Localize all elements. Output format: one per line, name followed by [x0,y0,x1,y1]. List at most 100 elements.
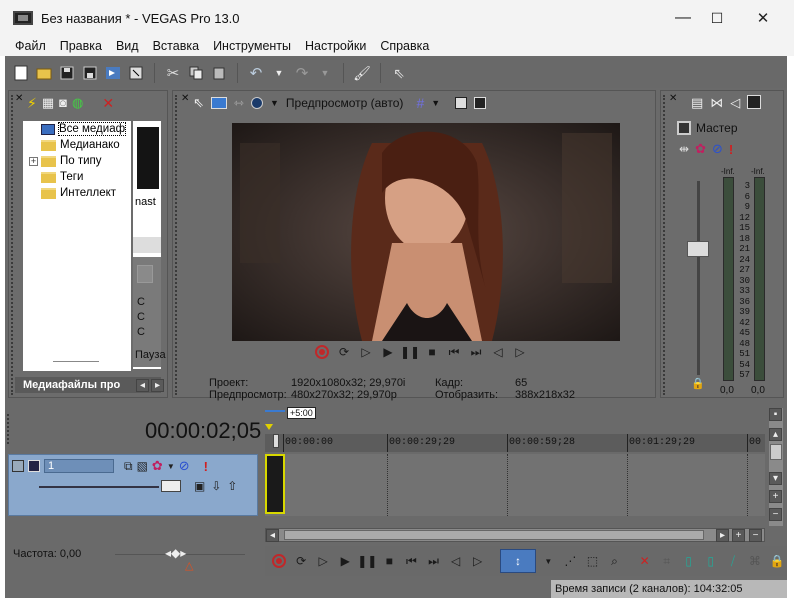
media-thumbnail[interactable] [137,127,159,189]
new-project-icon[interactable] [11,63,31,83]
zoom-tool-icon[interactable]: ⌕ [605,552,625,570]
preview-quality-select[interactable]: Предпросмотр (авто) [286,96,404,110]
scroll-right-icon[interactable]: ▸ [151,379,164,392]
track-minimize-icon[interactable] [12,460,24,472]
cut-icon[interactable]: ✂ [163,63,183,83]
menu-view[interactable]: Вид [109,39,146,53]
track-solo-icon[interactable]: ! [204,459,208,474]
web-icon[interactable]: ◍ [72,95,83,112]
split-screen-icon[interactable]: ⇿ [234,96,244,110]
external-monitor-icon[interactable] [210,97,227,109]
panel-gripper[interactable] [175,95,179,395]
timeline-hscrollbar[interactable]: ◂ ▸ + − [265,528,765,542]
menu-help[interactable]: Справка [373,39,436,53]
envelope-tool-icon[interactable]: ⋰ [560,552,580,570]
lock-icon[interactable]: 🔒 [691,377,705,390]
go-to-start-icon[interactable]: ⏮ [443,343,465,361]
grid-dropdown-icon[interactable]: ▼ [431,98,440,108]
marker-toggle-icon[interactable]: ▪ [769,408,782,421]
volume-fader-thumb[interactable] [687,241,709,257]
go-to-end-icon[interactable]: ⏭ [423,552,443,570]
tree-item-tags[interactable]: Теги [23,169,131,185]
trim-start-icon[interactable]: ▯ [679,552,699,570]
child-track-icon[interactable]: ⇧ [227,479,237,493]
dim-output-icon[interactable]: ◁ [730,95,740,111]
grid-icon[interactable]: # [416,95,424,111]
loop-region[interactable] [265,410,285,412]
track-fx-dropdown-icon[interactable]: ▼ [167,462,175,471]
play-icon[interactable]: ▶ [335,552,355,570]
scroll-down-icon[interactable]: ▾ [769,472,782,485]
tool-dropdown-icon[interactable]: ▼ [538,552,558,570]
compositing-icon[interactable]: ▧ [137,459,148,473]
overlay-icon[interactable] [250,97,263,109]
panel-close-icon[interactable]: ✕ [669,93,677,104]
pause-icon[interactable]: ❚❚ [399,343,421,361]
solo-icon[interactable]: ! [729,142,733,157]
mixer-properties-icon[interactable]: ▤ [691,95,703,111]
timeline-gripper[interactable] [7,414,11,444]
preview-dropdown-icon[interactable]: ▼ [270,98,279,108]
tree-item-by-type[interactable]: + По типу [23,153,131,169]
track-motion-icon[interactable]: ⧉ [124,459,133,474]
lock-envelope-icon[interactable]: 🔒 [767,552,787,570]
normal-edit-tool-icon[interactable]: ↕ [499,549,537,573]
snap-icon[interactable]: ⌘ [745,552,765,570]
track-envelope-icon[interactable]: ▣ [194,479,205,493]
expand-icon[interactable]: + [29,157,38,166]
stop-icon[interactable]: ■ [421,343,443,361]
prev-frame-icon[interactable]: ◁ [487,343,509,361]
menu-file[interactable]: Файл [8,39,53,53]
stop-icon[interactable]: ■ [379,552,399,570]
save-icon[interactable] [57,63,77,83]
menu-insert[interactable]: Вставка [146,39,206,53]
loop-icon[interactable]: ⟳ [333,343,355,361]
marker-flag-icon[interactable] [265,424,273,430]
redo-icon[interactable]: ↷ [292,63,312,83]
record-icon[interactable] [269,552,289,570]
trim-end-icon[interactable]: ▯ [701,552,721,570]
capture-icon[interactable]: ▦ [42,95,54,112]
scroll-left-icon[interactable]: ◂ [136,379,149,392]
scroll-up-icon[interactable]: ▴ [769,428,782,441]
play-icon[interactable]: ▶ [377,343,399,361]
pause-icon[interactable]: ❚❚ [357,552,377,570]
tree-item-media-bins[interactable]: Медианако [23,137,131,153]
track-level-thumb[interactable] [161,480,181,492]
panel-gripper[interactable] [663,95,667,395]
meters-icon[interactable] [747,95,762,109]
remove-icon[interactable]: ✕ [102,95,114,112]
selection-tool-icon[interactable]: ⬚ [582,552,602,570]
prev-frame-icon[interactable]: ◁ [446,552,466,570]
scroll-thumb[interactable] [284,530,704,540]
play-from-start-icon[interactable]: ▷ [313,552,333,570]
vscroll-thumb[interactable] [770,444,782,460]
next-frame-icon[interactable]: ▷ [509,343,531,361]
close-button[interactable]: ✕ [740,0,786,36]
copy-icon[interactable] [186,63,206,83]
go-to-start-icon[interactable]: ⏮ [401,552,421,570]
track-mute-icon[interactable]: ⊘ [179,458,190,474]
pan-icon[interactable]: ⇹ [679,142,689,156]
paint-brush-icon[interactable]: 🖌 [352,63,372,83]
next-frame-icon[interactable]: ▷ [468,552,488,570]
video-event-clip[interactable] [265,454,285,514]
maximize-button[interactable]: ☐ [694,0,740,36]
playhead-handle[interactable] [273,434,279,448]
track-fx-icon[interactable]: ✿ [152,458,163,474]
go-to-end-icon[interactable]: ⏭ [465,343,487,361]
timecode-display[interactable]: 00:00:02;05 [145,418,261,444]
menu-tools[interactable]: Инструменты [206,39,298,53]
panel-gripper[interactable] [11,95,15,395]
menu-options[interactable]: Настройки [298,39,373,53]
tree-item-all-media[interactable]: Все медиаф [23,121,131,137]
zoom-in-v-icon[interactable]: + [769,490,782,503]
rate-pointer-icon[interactable]: △ [185,559,193,572]
downmix-icon[interactable]: ⋈ [710,95,723,111]
video-track-lane[interactable] [265,454,765,516]
mute-icon[interactable]: ⊘ [712,141,723,157]
video-preview-frame[interactable] [232,123,620,341]
scroll-right-icon[interactable]: ▸ [716,529,729,542]
panel-close-icon[interactable]: ✕ [15,93,23,104]
paste-icon[interactable] [209,63,229,83]
